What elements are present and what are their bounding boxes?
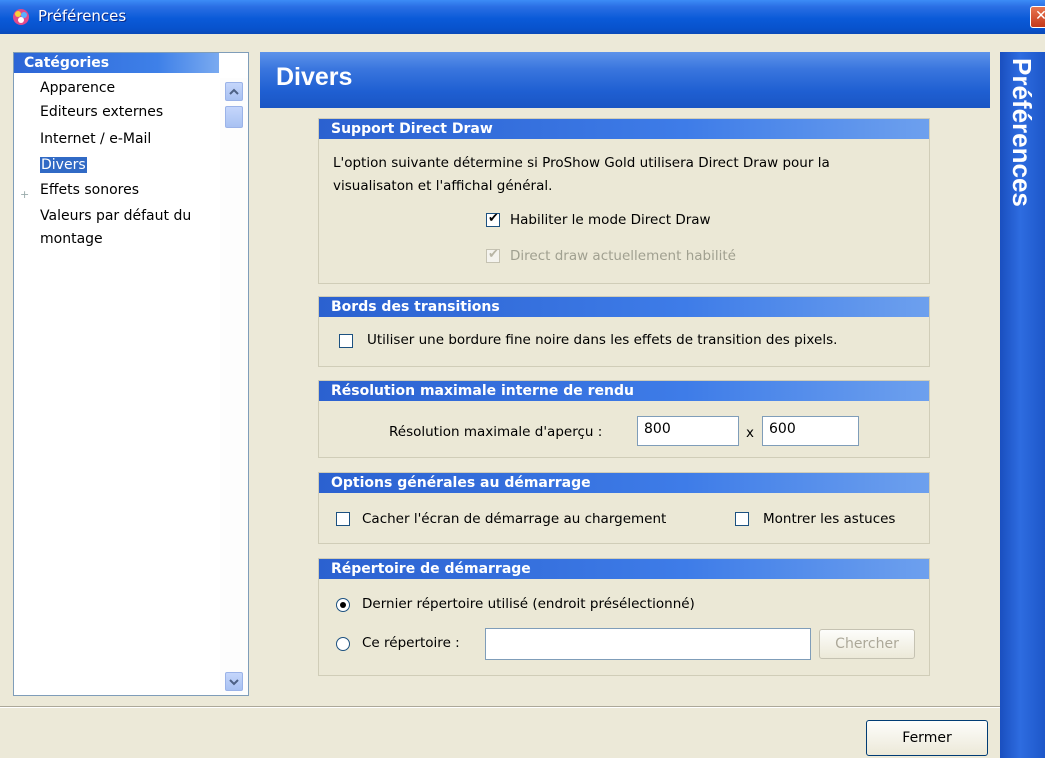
hide-splash-label[interactable]: Cacher l'écran de démarrage au chargemen… [362, 511, 666, 527]
chevron-down-icon [229, 679, 239, 686]
group-header: Résolution maximale interne de rendu [319, 381, 929, 401]
close-window-button[interactable]: ✕ [1030, 6, 1045, 28]
page-title: Divers [276, 63, 353, 91]
direct-draw-description-2: visualisaton et l'affichal général. [333, 178, 553, 194]
close-icon: ✕ [1035, 8, 1045, 24]
group-startup-options: Options générales au démarrage Cacher l'… [318, 472, 930, 544]
enable-direct-draw-label[interactable]: Habiliter le mode Direct Draw [510, 212, 711, 228]
close-button[interactable]: Fermer [866, 720, 988, 756]
app-icon [13, 9, 29, 25]
group-start-directory: Répertoire de démarrage Dernier répertoi… [318, 558, 930, 676]
show-tips-checkbox[interactable] [735, 512, 749, 526]
preview-resolution-label: Résolution maximale d'aperçu : [389, 424, 603, 440]
scroll-thumb[interactable] [225, 106, 243, 128]
sidebar-item-divers[interactable]: Divers [40, 157, 87, 173]
sidebar-item-valeurs-par-defaut[interactable]: Valeurs par défaut du [40, 208, 191, 224]
thin-border-checkbox[interactable] [339, 334, 353, 348]
sidebar-item-internet-email[interactable]: Internet / e-Mail [40, 131, 151, 147]
directory-path-input[interactable] [485, 628, 811, 660]
this-directory-radio[interactable] [336, 637, 350, 651]
resolution-separator: x [746, 425, 754, 441]
scroll-up-button[interactable] [225, 82, 243, 101]
resolution-height-input[interactable]: 600 [762, 416, 859, 446]
expand-icon[interactable]: + [20, 188, 29, 201]
group-direct-draw: Support Direct Draw L'option suivante dé… [318, 118, 930, 284]
sidebar-item-effets-sonores[interactable]: Effets sonores [40, 182, 139, 198]
scroll-down-button[interactable] [225, 672, 243, 691]
hide-splash-checkbox[interactable] [336, 512, 350, 526]
show-tips-label[interactable]: Montrer les astuces [763, 511, 895, 527]
group-transitions: Bords des transitions Utiliser une bordu… [318, 296, 930, 367]
group-header: Répertoire de démarrage [319, 559, 929, 579]
side-banner-label: Préférences [1007, 58, 1037, 207]
browse-button[interactable]: Chercher [819, 629, 915, 659]
section-header: Divers [260, 52, 990, 108]
side-banner: Préférences [1000, 52, 1045, 758]
bottom-separator [0, 706, 1000, 708]
group-header: Options générales au démarrage [319, 473, 929, 493]
sidebar-item-valeurs-par-defaut-cont[interactable]: montage [40, 231, 103, 247]
categories-header: Catégories [14, 53, 219, 73]
enable-direct-draw-checkbox[interactable] [486, 211, 500, 227]
group-header: Bords des transitions [319, 297, 929, 317]
sidebar-item-editeurs-externes[interactable]: Editeurs externes [40, 104, 163, 120]
window-title: Préférences [38, 7, 127, 25]
last-directory-radio[interactable] [336, 598, 350, 612]
this-directory-label[interactable]: Ce répertoire : [362, 635, 460, 651]
categories-panel: Catégories + Apparence Editeurs externes… [13, 52, 249, 696]
categories-scrollbar[interactable] [220, 78, 248, 695]
resolution-width-input[interactable]: 800 [637, 416, 739, 446]
direct-draw-current-label: Direct draw actuellement habilité [510, 248, 736, 264]
sidebar-item-apparence[interactable]: Apparence [40, 80, 115, 96]
direct-draw-current-checkbox [486, 247, 500, 263]
thin-border-label[interactable]: Utiliser une bordure fine noire dans les… [367, 332, 837, 348]
chevron-up-icon [229, 88, 239, 95]
last-directory-label[interactable]: Dernier répertoire utilisé (endroit prés… [362, 596, 695, 612]
title-bar: Préférences ✕ [0, 0, 1045, 34]
group-resolution: Résolution maximale interne de rendu Rés… [318, 380, 930, 458]
group-header: Support Direct Draw [319, 119, 929, 139]
direct-draw-description: L'option suivante détermine si ProShow G… [333, 155, 830, 171]
